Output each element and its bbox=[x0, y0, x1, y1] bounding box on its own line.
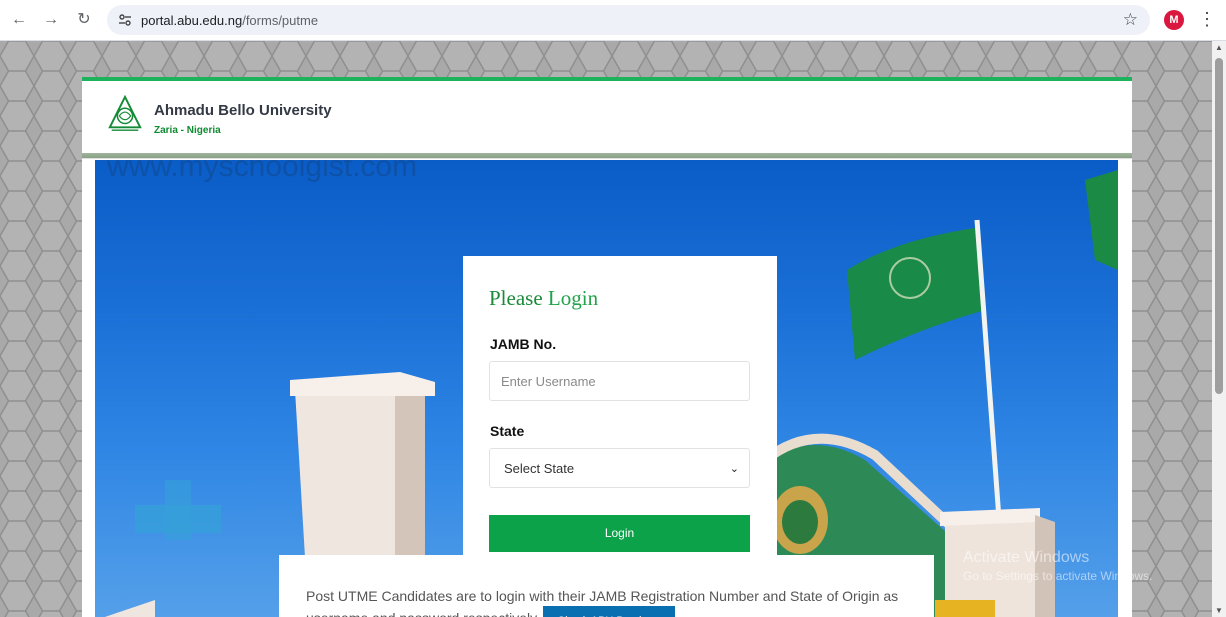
state-select[interactable]: Select State ⌄ bbox=[489, 448, 750, 488]
chevron-down-icon: ⌄ bbox=[729, 462, 739, 475]
browser-toolbar: ← → ↻ portal.abu.edu.ng/forms/putme ☆ M … bbox=[0, 0, 1226, 41]
jamb-number-input[interactable] bbox=[489, 361, 750, 401]
url-text[interactable]: portal.abu.edu.ng/forms/putme bbox=[141, 13, 318, 28]
login-title: Please Login bbox=[489, 286, 598, 311]
vertical-scrollbar[interactable]: ▲ ▼ bbox=[1212, 41, 1226, 617]
university-name: Ahmadu Bello University bbox=[154, 102, 332, 119]
bookmark-star-icon[interactable]: ☆ bbox=[1123, 10, 1138, 30]
portal-card: Ahmadu Bello University Zaria - Nigeria bbox=[82, 77, 1132, 617]
page-viewport: Ahmadu Bello University Zaria - Nigeria bbox=[0, 41, 1212, 617]
url-host: portal.abu.edu.ng bbox=[141, 13, 243, 28]
address-bar[interactable]: portal.abu.edu.ng/forms/putme ☆ bbox=[107, 5, 1150, 35]
image-watermark: www.myschoolgist.com bbox=[107, 160, 418, 183]
profile-avatar[interactable]: M bbox=[1164, 10, 1184, 30]
state-select-value: Select State bbox=[504, 460, 575, 476]
back-arrow-icon[interactable]: ← bbox=[9, 10, 29, 30]
login-title-please: Please bbox=[489, 286, 543, 310]
activate-windows-title: Activate Windows bbox=[963, 549, 1090, 566]
login-title-login: Login bbox=[547, 286, 599, 310]
scroll-down-arrow-icon[interactable]: ▼ bbox=[1215, 606, 1223, 615]
login-panel: Please Login JAMB No. State Select State… bbox=[463, 256, 777, 588]
activate-windows-subtitle: Go to Settings to activate Windows. bbox=[963, 569, 1153, 583]
forward-arrow-icon[interactable]: → bbox=[41, 10, 61, 30]
url-path: /forms/putme bbox=[242, 13, 319, 28]
header-divider bbox=[82, 153, 1132, 159]
jamb-label: JAMB No. bbox=[490, 336, 557, 352]
login-button[interactable]: Login bbox=[489, 515, 750, 552]
activate-windows-overlay: Activate Windows Go to Settings to activ… bbox=[963, 549, 1152, 583]
scrollbar-thumb[interactable] bbox=[1215, 58, 1223, 394]
reload-icon[interactable]: ↻ bbox=[74, 10, 94, 30]
abu-logo-icon bbox=[108, 95, 142, 131]
site-header: Ahmadu Bello University Zaria - Nigeria bbox=[82, 81, 1132, 153]
notice-text-block: Post UTME Candidates are to login with t… bbox=[306, 585, 906, 617]
university-location: Zaria - Nigeria bbox=[154, 125, 221, 136]
browser-menu-icon[interactable]: ⋮ bbox=[1198, 8, 1216, 30]
check-brochure-button[interactable]: Check ABU Brochure bbox=[543, 606, 676, 617]
instruction-notice: Post UTME Candidates are to login with t… bbox=[279, 555, 934, 617]
scroll-up-arrow-icon[interactable]: ▲ bbox=[1215, 43, 1223, 52]
state-label: State bbox=[490, 423, 525, 439]
site-info-icon[interactable] bbox=[117, 12, 133, 28]
